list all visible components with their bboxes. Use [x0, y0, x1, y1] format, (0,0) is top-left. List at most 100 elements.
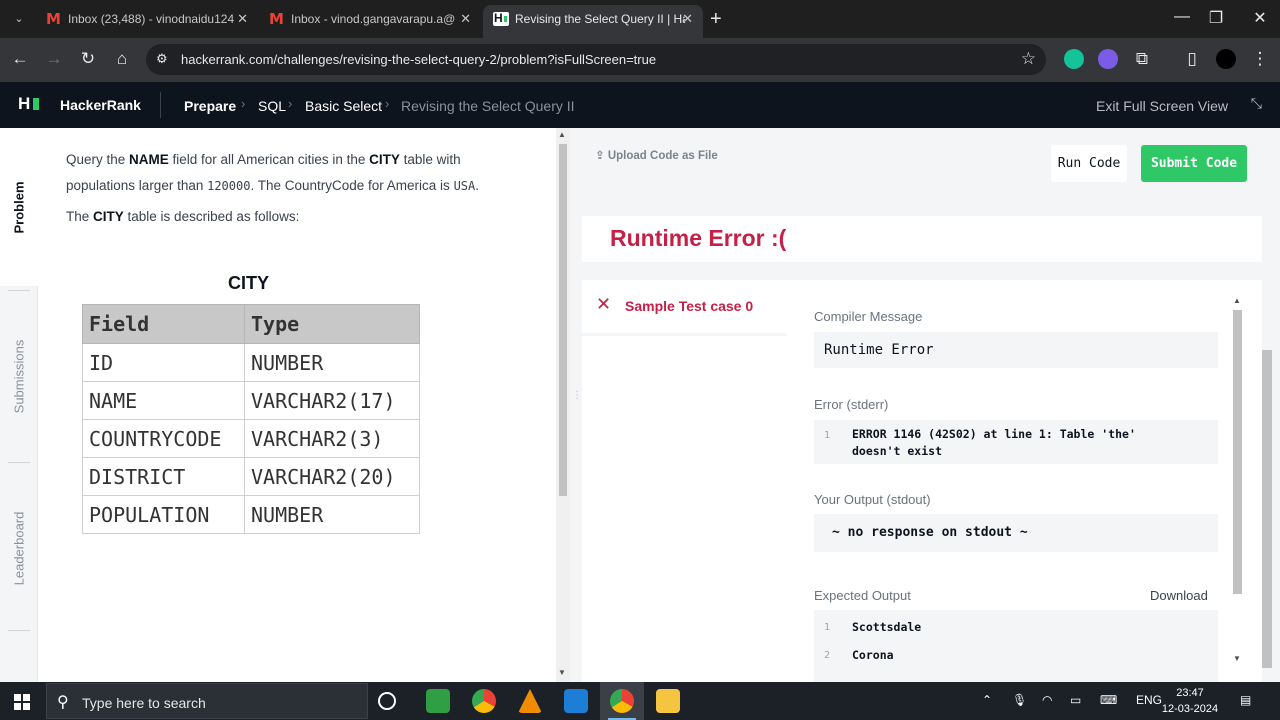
rail-divider [8, 630, 30, 631]
expected-line: Scottsdale [852, 620, 922, 634]
tab-submissions[interactable]: Submissions [0, 294, 38, 458]
test-results: ✕ Sample Test case 0 Compiler Message Ru… [582, 280, 1262, 710]
table-cell: ID [82, 343, 245, 382]
scroll-down-arrow-icon[interactable]: ▼ [1233, 654, 1241, 663]
notifications-icon[interactable]: ▤ [1240, 693, 1251, 707]
task-view-icon[interactable] [378, 692, 396, 710]
compiler-message-box: Runtime Error [814, 332, 1218, 368]
scroll-up-arrow-icon[interactable]: ▲ [558, 130, 566, 139]
hackerrank-logo-icon[interactable]: H [18, 94, 40, 114]
stdout-text: ~ no response on stdout ~ [832, 525, 1028, 540]
browser-menu-icon[interactable]: ⋮ [1248, 48, 1272, 72]
scrollbar-thumb[interactable] [559, 144, 567, 496]
stderr-label: Error (stderr) [814, 397, 889, 412]
forward-icon[interactable]: → [42, 48, 66, 72]
exit-fullscreen-link[interactable]: Exit Full Screen View [1096, 98, 1228, 114]
problem-text-line-1: Query the NAME field for all American ci… [66, 152, 461, 167]
submit-code-button[interactable]: Submit Code [1141, 145, 1247, 182]
upload-code-link[interactable]: ⇪ Upload Code as File [595, 148, 718, 162]
rail-divider [8, 290, 30, 291]
editor-panel: ⋮ ⇪ Upload Code as File Run Code Submit … [570, 128, 1280, 710]
back-icon[interactable]: ← [8, 48, 32, 72]
expected-output-label: Expected Output [814, 588, 911, 603]
chrome-icon[interactable] [472, 689, 496, 713]
close-window-icon[interactable]: ✕ [1240, 8, 1280, 28]
tab-problem[interactable]: Problem [0, 128, 38, 286]
taskbar-search[interactable]: ⚲ Type here to search [46, 683, 368, 719]
home-icon[interactable]: ⌂ [110, 48, 134, 72]
bookmark-star-icon[interactable]: ☆ [1021, 49, 1036, 69]
site-info-icon[interactable]: ⚙ [156, 52, 170, 66]
side-panel-icon[interactable]: ▯ [1180, 48, 1204, 72]
problem-scrollbar[interactable]: ▲ ▼ [556, 128, 570, 682]
status-message: Runtime Error :( [610, 225, 787, 251]
clock[interactable]: 23:47 12-03-2024 [1160, 685, 1220, 717]
browser-tab-gmail-2[interactable]: Inbox - vinod.gangavarapu.a@ ✕ [259, 5, 481, 38]
address-bar[interactable]: ⚙ hackerrank.com/challenges/revising-the… [146, 44, 1046, 75]
tray-chevron-icon[interactable]: ⌃ [982, 693, 992, 707]
problem-panel: Query the NAME field for all American ci… [38, 128, 555, 682]
profile-avatar[interactable] [1216, 49, 1236, 69]
wifi-icon[interactable]: ◠ [1042, 693, 1052, 707]
reload-icon[interactable]: ↻ [76, 48, 100, 72]
file-explorer-icon[interactable] [656, 689, 680, 713]
line-number: 1 [824, 430, 831, 441]
breadcrumb-basic-select[interactable]: Basic Select [305, 98, 382, 114]
tab-title: Inbox - vinod.gangavarapu.a@ [291, 12, 456, 26]
language-indicator[interactable]: ENG [1136, 693, 1162, 707]
stderr-box: 1 ERROR 1146 (42S02) at line 1: Table 't… [814, 420, 1218, 464]
app-icon[interactable] [564, 689, 588, 713]
new-tab-icon[interactable]: + [710, 8, 722, 30]
testcase-tab[interactable]: ✕ Sample Test case 0 [582, 280, 786, 336]
microphone-icon[interactable]: 🎙 [1012, 693, 1027, 707]
scroll-down-arrow-icon[interactable]: ▼ [558, 668, 566, 677]
breadcrumb-sql[interactable]: SQL [258, 98, 286, 114]
tab-leaderboard[interactable]: Leaderboard [0, 466, 38, 630]
panel-scrollbar-thumb[interactable] [1262, 350, 1272, 668]
testcase-label: Sample Test case 0 [625, 298, 754, 314]
scroll-up-arrow-icon[interactable]: ▲ [1233, 296, 1241, 305]
resize-handle-icon[interactable]: ⋮ [572, 391, 582, 401]
brand-name[interactable]: HackerRank [60, 97, 141, 113]
chrome-profile-icon[interactable] [610, 689, 634, 713]
compiler-message-label: Compiler Message [814, 309, 923, 324]
line-number: 2 [824, 650, 831, 661]
extensions-puzzle-icon[interactable]: ⧉ [1130, 48, 1154, 72]
grammarly-extension-icon[interactable] [1064, 49, 1084, 69]
stderr-text: ERROR 1146 (42S02) at line 1: Table 'the… [852, 427, 1136, 458]
expected-output-box: 1 Scottsdale 2 Corona [814, 610, 1218, 682]
stdout-box: ~ no response on stdout ~ [814, 514, 1218, 552]
browser-toolbar: ← → ↻ ⌂ ⚙ hackerrank.com/challenges/revi… [0, 38, 1280, 82]
close-tab-icon[interactable]: ✕ [237, 5, 248, 33]
browser-tab-hackerrank[interactable]: Revising the Select Query II | Ha ✕ [483, 5, 703, 38]
breadcrumb-current: Revising the Select Query II [401, 98, 575, 114]
breadcrumb-prepare[interactable]: Prepare [184, 98, 236, 114]
table-row: DISTRICT VARCHAR2(20) [82, 457, 420, 496]
results-scrollbar[interactable]: ▲ ▼ [1230, 290, 1244, 663]
close-tab-icon[interactable]: ✕ [682, 5, 693, 33]
vlc-icon[interactable] [518, 689, 542, 713]
scrollbar-thumb[interactable] [1233, 310, 1242, 594]
spreadsheet-app-icon[interactable] [426, 689, 450, 713]
keyboard-icon[interactable]: ⌨ [1100, 693, 1117, 707]
browser-tab-gmail-1[interactable]: Inbox (23,488) - vinodnaidu124 ✕ [36, 5, 258, 38]
extension-icon[interactable] [1098, 49, 1118, 69]
table-cell: NAME [82, 381, 245, 420]
battery-icon[interactable]: ▭ [1070, 693, 1081, 707]
table-cell: NUMBER [244, 343, 420, 382]
url-text[interactable]: hackerrank.com/challenges/revising-the-s… [181, 52, 656, 67]
tab-search-icon[interactable]: ⌄ [8, 9, 30, 29]
run-code-button[interactable]: Run Code [1051, 145, 1127, 182]
table-cell: NUMBER [244, 495, 420, 534]
breadcrumb-chevron-icon: › [385, 96, 390, 111]
windows-start-icon[interactable] [14, 694, 30, 710]
breadcrumb-chevron-icon: › [288, 96, 293, 111]
search-placeholder: Type here to search [82, 695, 206, 711]
close-tab-icon[interactable]: ✕ [460, 5, 471, 33]
download-link[interactable]: Download [1150, 588, 1208, 603]
restore-icon[interactable]: ❐ [1196, 8, 1236, 28]
vertical-tab-rail: Problem Submissions Leaderboard [0, 128, 38, 682]
gmail-icon [46, 5, 62, 33]
exit-fullscreen-icon[interactable]: ⤡ [1251, 95, 1262, 112]
compiler-message-text: Runtime Error [824, 342, 934, 358]
